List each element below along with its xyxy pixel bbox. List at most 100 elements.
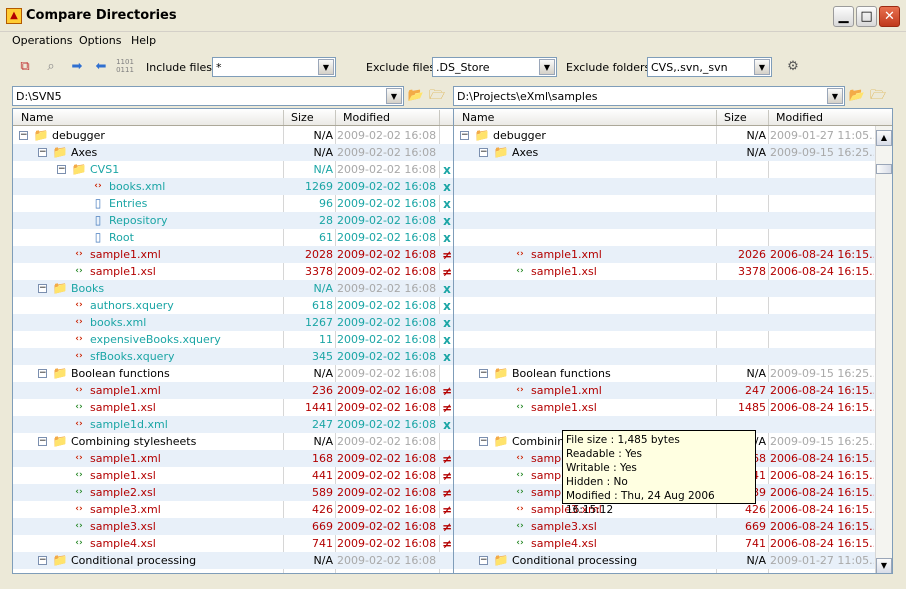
table-row[interactable]: ‹› sample3.xml 426 2009-02-02 16:08... ≠ bbox=[13, 501, 453, 518]
table-row[interactable]: − 📁 Axes N/A 2009-02-02 16:08... bbox=[13, 144, 453, 161]
collapse-toggle-icon[interactable]: − bbox=[38, 437, 47, 446]
chevron-down-icon[interactable]: ▼ bbox=[827, 88, 843, 104]
chevron-down-icon[interactable]: ▼ bbox=[386, 88, 402, 104]
table-row[interactable]: ‹› authors.xquery 618 2009-02-02 16:08... x bbox=[13, 297, 453, 314]
collapse-toggle-icon[interactable]: − bbox=[479, 556, 488, 565]
include-files-combo[interactable]: * ▼ bbox=[212, 57, 336, 77]
scroll-down-icon[interactable]: ▼ bbox=[876, 558, 892, 573]
xml-file-icon: ‹› bbox=[75, 453, 83, 463]
collapse-toggle-icon[interactable]: − bbox=[57, 165, 66, 174]
table-row[interactable]: ‹› sample1.xsl 441 2009-02-02 16:08... ≠ bbox=[13, 467, 453, 484]
collapse-toggle-icon[interactable]: − bbox=[19, 131, 28, 140]
table-row[interactable]: ‹› sample1.xsl 1441 2009-02-02 16:08... ≠ bbox=[13, 399, 453, 416]
collapse-toggle-icon[interactable]: − bbox=[479, 437, 488, 446]
collapse-toggle-icon[interactable]: − bbox=[38, 284, 47, 293]
table-row[interactable] bbox=[454, 314, 892, 331]
table-row[interactable] bbox=[454, 297, 892, 314]
column-modified[interactable]: Modified bbox=[776, 111, 823, 124]
collapse-toggle-icon[interactable]: − bbox=[38, 556, 47, 565]
find-icon[interactable]: ⌕ bbox=[42, 58, 60, 76]
table-row[interactable]: ‹› sample1.xsl 3378 2009-02-02 16:08... ≠ bbox=[13, 263, 453, 280]
table-row[interactable] bbox=[454, 348, 892, 365]
table-row[interactable]: ▯ Repository 28 2009-02-02 16:08... x bbox=[13, 212, 453, 229]
table-row[interactable]: ‹› sfBooks.xquery 345 2009-02-02 16:08... x bbox=[13, 348, 453, 365]
settings-gear-icon[interactable]: ⚙ bbox=[784, 58, 802, 76]
browse-folder-icon[interactable]: 🗁 bbox=[428, 88, 446, 104]
scroll-up-icon[interactable]: ▲ bbox=[876, 130, 892, 146]
column-modified[interactable]: Modified bbox=[343, 111, 390, 124]
folder-icon: 📁 bbox=[52, 434, 68, 448]
table-row[interactable]: − 📁 debugger N/A 2009-01-27 11:05... bbox=[454, 127, 892, 144]
menu-operations[interactable]: Operations bbox=[12, 34, 72, 47]
chevron-down-icon[interactable]: ▼ bbox=[539, 59, 555, 75]
table-row[interactable]: − 📁 Conditional processing N/A 2009-01-27 11… bbox=[454, 552, 892, 569]
maximize-button[interactable]: □ bbox=[856, 6, 877, 27]
table-row[interactable]: − 📁 Boolean functions N/A 2009-09-15 16:25..… bbox=[454, 365, 892, 382]
column-name[interactable]: Name bbox=[462, 111, 494, 124]
table-row[interactable]: ‹› sample3.xsl 669 2006-08-24 16:15... bbox=[454, 518, 892, 535]
table-row[interactable]: − 📁 CVS1 N/A 2009-02-02 16:08... x bbox=[13, 161, 453, 178]
table-row[interactable]: − 📁 Conditional processing N/A 2009-02-02 16… bbox=[13, 552, 453, 569]
table-row[interactable]: ▯ Root 61 2009-02-02 16:08... x bbox=[13, 229, 453, 246]
table-row[interactable] bbox=[454, 195, 892, 212]
table-row[interactable]: ‹› sample1.xsl 3378 2006-08-24 16:15... bbox=[454, 263, 892, 280]
column-name[interactable]: Name bbox=[21, 111, 53, 124]
table-row[interactable]: ‹› sample1.xml 2026 2006-08-24 16:15... bbox=[454, 246, 892, 263]
binary-icon[interactable]: 1101 0111 bbox=[116, 58, 134, 76]
collapse-toggle-icon[interactable]: − bbox=[38, 148, 47, 157]
table-row[interactable]: ‹› expensiveBooks.xquery 11 2009-02-02 16:0… bbox=[13, 331, 453, 348]
menu-help[interactable]: Help bbox=[131, 34, 156, 47]
table-row[interactable] bbox=[454, 178, 892, 195]
menu-options[interactable]: Options bbox=[79, 34, 121, 47]
different-mark-icon: ≠ bbox=[441, 537, 453, 551]
exclude-files-combo[interactable]: .DS_Store ▼ bbox=[432, 57, 557, 77]
minimize-button[interactable]: ▁ bbox=[833, 6, 854, 27]
column-size[interactable]: Size bbox=[724, 111, 747, 124]
right-path-combo[interactable]: D:\Projects\eXml\samples ▼ bbox=[453, 86, 845, 106]
left-tree-table[interactable]: Name Size Modified − 📁 debugger N/A 2009-02-… bbox=[12, 108, 454, 574]
left-path-combo[interactable]: D:\SVN5 ▼ bbox=[12, 86, 404, 106]
copy-right-icon[interactable]: ➡ bbox=[68, 58, 86, 76]
scroll-thumb[interactable] bbox=[876, 164, 892, 174]
open-folder-icon[interactable]: 📂 bbox=[848, 88, 866, 104]
table-row[interactable]: ‹› sample1.xml 247 2006-08-24 16:15... bbox=[454, 382, 892, 399]
table-row[interactable]: − 📁 debugger N/A 2009-02-02 16:08... bbox=[13, 127, 453, 144]
table-row[interactable]: ‹› sample3.xsl 669 2009-02-02 16:08... ≠ bbox=[13, 518, 453, 535]
chevron-down-icon[interactable]: ▼ bbox=[754, 59, 770, 75]
table-row[interactable] bbox=[454, 161, 892, 178]
table-row[interactable]: ‹› sample1d.xml 247 2009-02-02 16:08... x bbox=[13, 416, 453, 433]
table-row[interactable] bbox=[454, 331, 892, 348]
table-row[interactable] bbox=[454, 212, 892, 229]
table-row[interactable]: − 📁 Books N/A 2009-02-02 16:08... x bbox=[13, 280, 453, 297]
exclude-folders-combo[interactable]: CVS,.svn,_svn ▼ bbox=[647, 57, 772, 77]
table-row[interactable]: ‹› sample4.xsl 741 2006-08-24 16:15... bbox=[454, 535, 892, 552]
table-row[interactable]: ‹› sample4.xsl 741 2009-02-02 16:08... ≠ bbox=[13, 535, 453, 552]
table-row[interactable]: ‹› books.xml 1269 2009-02-02 16:08... x bbox=[13, 178, 453, 195]
collapse-toggle-icon[interactable]: − bbox=[460, 131, 469, 140]
collapse-toggle-icon[interactable]: − bbox=[38, 369, 47, 378]
vertical-scrollbar[interactable]: ▲ ▼ bbox=[875, 126, 892, 573]
collapse-toggle-icon[interactable]: − bbox=[479, 148, 488, 157]
table-row[interactable]: ‹› books.xml 1267 2009-02-02 16:08... x bbox=[13, 314, 453, 331]
table-row[interactable]: ▯ Entries 96 2009-02-02 16:08... x bbox=[13, 195, 453, 212]
table-row[interactable]: ‹› sample1.xml 168 2009-02-02 16:08... ≠ bbox=[13, 450, 453, 467]
collapse-toggle-icon[interactable]: − bbox=[479, 369, 488, 378]
row-name: sample1.xsl bbox=[90, 265, 156, 278]
table-row[interactable]: ‹› sample1.xml 2028 2009-02-02 16:08... ≠ bbox=[13, 246, 453, 263]
table-row[interactable] bbox=[454, 229, 892, 246]
path-row: D:\SVN5 ▼ 📂 🗁 D:\Projects\eXml\samples ▼… bbox=[0, 85, 906, 107]
column-size[interactable]: Size bbox=[291, 111, 314, 124]
table-row[interactable]: − 📁 Combining stylesheets N/A 2009-02-02 16:… bbox=[13, 433, 453, 450]
table-row[interactable]: ‹› sample2.xsl 589 2009-02-02 16:08... ≠ bbox=[13, 484, 453, 501]
compare-icon[interactable]: ⧉ bbox=[16, 58, 34, 76]
chevron-down-icon[interactable]: ▼ bbox=[318, 59, 334, 75]
close-button[interactable]: ✕ bbox=[879, 6, 900, 27]
table-row[interactable]: ‹› sample1.xml 236 2009-02-02 16:08... ≠ bbox=[13, 382, 453, 399]
copy-left-icon[interactable]: ⬅ bbox=[92, 58, 110, 76]
browse-folder-icon[interactable]: 🗁 bbox=[869, 88, 887, 104]
table-row[interactable]: − 📁 Axes N/A 2009-09-15 16:25... bbox=[454, 144, 892, 161]
open-folder-icon[interactable]: 📂 bbox=[407, 88, 425, 104]
table-row[interactable]: ‹› sample1.xsl 1485 2006-08-24 16:15... bbox=[454, 399, 892, 416]
table-row[interactable]: − 📁 Boolean functions N/A 2009-02-02 16:08..… bbox=[13, 365, 453, 382]
table-row[interactable] bbox=[454, 280, 892, 297]
